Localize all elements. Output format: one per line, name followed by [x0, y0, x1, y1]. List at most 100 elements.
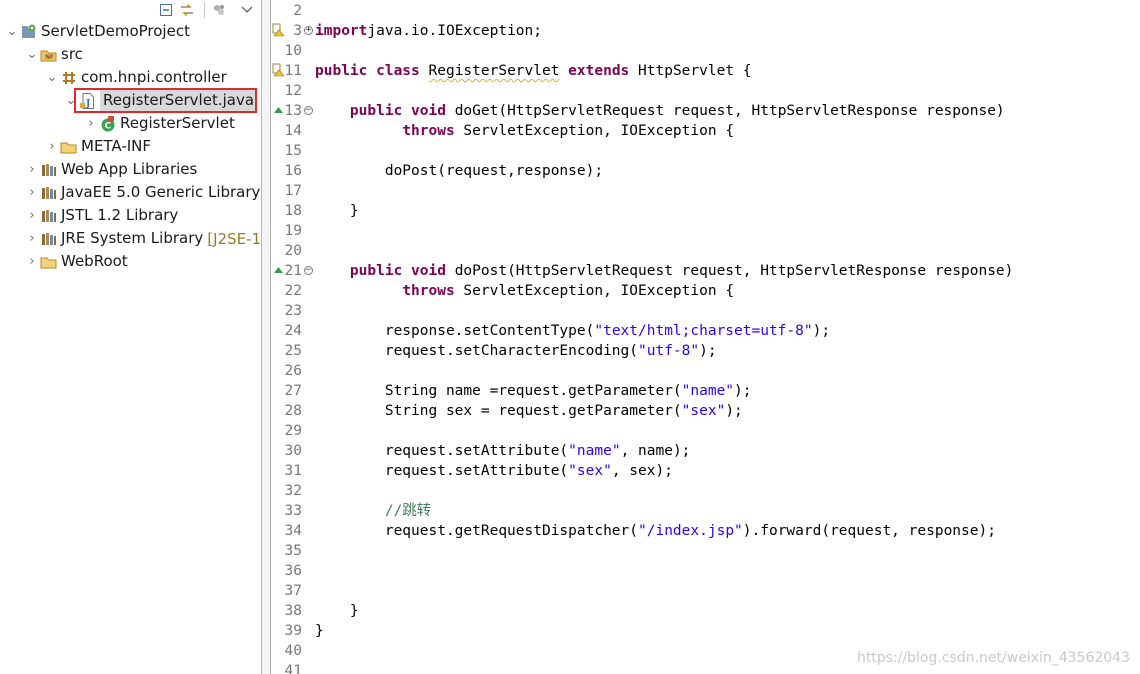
- tree-item-webroot[interactable]: › WebRoot: [24, 250, 127, 273]
- code-line[interactable]: 26: [271, 361, 1140, 381]
- tree-item-src[interactable]: ⌄ src: [24, 43, 83, 66]
- library-icon: [42, 209, 56, 222]
- code-line[interactable]: 39}: [271, 621, 1140, 641]
- string-token: "sex": [568, 463, 612, 479]
- fold-collapse-icon[interactable]: −: [304, 266, 313, 275]
- code-line[interactable]: 27 String name =request.getParameter("na…: [271, 381, 1140, 401]
- code-line[interactable]: 31 request.setAttribute("sex", sex);: [271, 461, 1140, 481]
- code-text: request.getRequestDispatcher("/index.jsp…: [315, 521, 996, 541]
- code-editor[interactable]: 2 3 + importjava.io.IOException; 10 11 public …: [271, 0, 1140, 674]
- override-marker-icon[interactable]: [272, 103, 285, 117]
- view-sash[interactable]: [261, 0, 271, 674]
- expand-chevron-icon[interactable]: ›: [83, 116, 99, 131]
- tree-item-label: META-INF: [81, 137, 152, 155]
- override-marker-icon[interactable]: [272, 263, 285, 277]
- library-icon: [42, 163, 56, 176]
- code-line[interactable]: 32: [271, 481, 1140, 501]
- line-number: 29: [284, 423, 302, 439]
- expand-chevron-icon[interactable]: ›: [24, 254, 40, 269]
- line-number: 34: [284, 523, 302, 539]
- code-line[interactable]: 38 }: [271, 601, 1140, 621]
- warning-marker-icon[interactable]: [272, 23, 285, 37]
- code-text: String name =request.getParameter("name"…: [315, 381, 752, 401]
- collapse-all-icon[interactable]: [157, 1, 175, 18]
- expand-chevron-icon[interactable]: ⌄: [24, 47, 40, 62]
- code-line[interactable]: 20: [271, 241, 1140, 261]
- code-line[interactable]: 21− public void doPost(HttpServletReques…: [271, 261, 1140, 281]
- code-line[interactable]: 34 request.getRequestDispatcher("/index.…: [271, 521, 1140, 541]
- tree-item-jstl-library[interactable]: › JSTL 1.2 Library: [24, 204, 178, 227]
- link-with-editor-icon[interactable]: [178, 1, 196, 18]
- explorer-toolbar: [150, 0, 261, 20]
- code-line[interactable]: 25 request.setCharacterEncoding("utf-8")…: [271, 341, 1140, 361]
- code-token: ).forward(request, response);: [742, 523, 996, 539]
- code-token: request.setAttribute(: [315, 463, 569, 479]
- project-icon: [22, 24, 36, 38]
- code-token: response.setContentType(: [315, 323, 595, 339]
- source-folder-icon: [40, 50, 57, 61]
- expand-chevron-icon[interactable]: ⌄: [63, 93, 79, 108]
- code-line[interactable]: 35: [271, 541, 1140, 561]
- code-line[interactable]: 12: [271, 81, 1140, 101]
- line-number: 26: [284, 363, 302, 379]
- line-number: 28: [284, 403, 302, 419]
- code-line[interactable]: 3 + importjava.io.IOException;: [271, 21, 1140, 41]
- code-line[interactable]: 37: [271, 581, 1140, 601]
- code-line[interactable]: 10: [271, 41, 1140, 61]
- code-line[interactable]: 33 //跳转: [271, 501, 1140, 521]
- code-line[interactable]: 15: [271, 141, 1140, 161]
- code-token: doGet(HttpServletRequest request, HttpSe…: [454, 103, 1005, 119]
- code-line[interactable]: 13− public void doGet(HttpServletRequest…: [271, 101, 1140, 121]
- code-text: response.setContentType("text/html;chars…: [315, 321, 830, 341]
- line-number: 41: [284, 663, 302, 674]
- tree-item-javaee-library[interactable]: › JavaEE 5.0 Generic Library: [24, 181, 260, 204]
- tree-item-project[interactable]: ⌄ ServletDemoProject: [4, 20, 190, 43]
- code-line[interactable]: 14 throws ServletException, IOException …: [271, 121, 1140, 141]
- code-line[interactable]: 30 request.setAttribute("name", name);: [271, 441, 1140, 461]
- code-token: }: [315, 603, 359, 619]
- svg-text:C: C: [105, 121, 112, 131]
- code-line[interactable]: 16 doPost(request,response);: [271, 161, 1140, 181]
- tree-item-label: com.hnpi.controller: [81, 68, 227, 86]
- view-menu-icon[interactable]: [238, 1, 256, 18]
- tree-item-decoration: [J2SE-1: [207, 229, 261, 248]
- code-line[interactable]: 19: [271, 221, 1140, 241]
- code-token: request.setCharacterEncoding(: [315, 343, 639, 359]
- fold-collapse-icon[interactable]: −: [304, 106, 313, 115]
- tree-item-package[interactable]: ⌄ com.hnpi.controller: [44, 66, 227, 89]
- code-token: ServletException, IOException {: [463, 123, 735, 139]
- expand-chevron-icon[interactable]: ›: [24, 162, 40, 177]
- expand-chevron-icon[interactable]: ›: [24, 208, 40, 223]
- code-line[interactable]: 22 throws ServletException, IOException …: [271, 281, 1140, 301]
- code-line[interactable]: 29: [271, 421, 1140, 441]
- expand-chevron-icon[interactable]: ›: [24, 231, 40, 246]
- tree-item-label: JavaEE 5.0 Generic Library: [61, 183, 261, 201]
- code-line[interactable]: 11 public class RegisterServlet extends H…: [271, 61, 1140, 81]
- filter-icon[interactable]: [210, 1, 228, 18]
- line-number: 24: [284, 323, 302, 339]
- warning-marker-icon[interactable]: [272, 63, 285, 77]
- keyword-token: public void: [349, 263, 455, 279]
- tree-item-jre-library[interactable]: › JRE System Library [J2SE-1: [24, 227, 261, 250]
- code-text: public void doPost(HttpServletRequest re…: [315, 261, 1013, 281]
- code-line[interactable]: 2: [271, 1, 1140, 21]
- expand-chevron-icon[interactable]: ⌄: [4, 24, 20, 39]
- code-line[interactable]: 23: [271, 301, 1140, 321]
- tree-item-registerservlet-java[interactable]: ⌄ J RegisterServlet.java: [63, 89, 258, 112]
- tree-item-registerservlet-class[interactable]: › C RegisterServlet: [83, 112, 234, 135]
- tree-item-web-app-libraries[interactable]: › Web App Libraries: [24, 158, 197, 181]
- fold-expand-icon[interactable]: +: [304, 26, 313, 35]
- expand-chevron-icon[interactable]: ⌄: [44, 70, 60, 85]
- code-line[interactable]: 17: [271, 181, 1140, 201]
- code-token: );: [812, 323, 831, 339]
- expand-chevron-icon[interactable]: ›: [24, 185, 40, 200]
- tree-item-meta-inf[interactable]: › META-INF: [44, 135, 151, 158]
- line-number: 20: [284, 243, 302, 259]
- code-line[interactable]: 28 String sex = request.getParameter("se…: [271, 401, 1140, 421]
- code-line[interactable]: 18 }: [271, 201, 1140, 221]
- code-line[interactable]: 24 response.setContentType("text/html;ch…: [271, 321, 1140, 341]
- expand-chevron-icon[interactable]: ›: [44, 139, 60, 154]
- code-line[interactable]: 36: [271, 561, 1140, 581]
